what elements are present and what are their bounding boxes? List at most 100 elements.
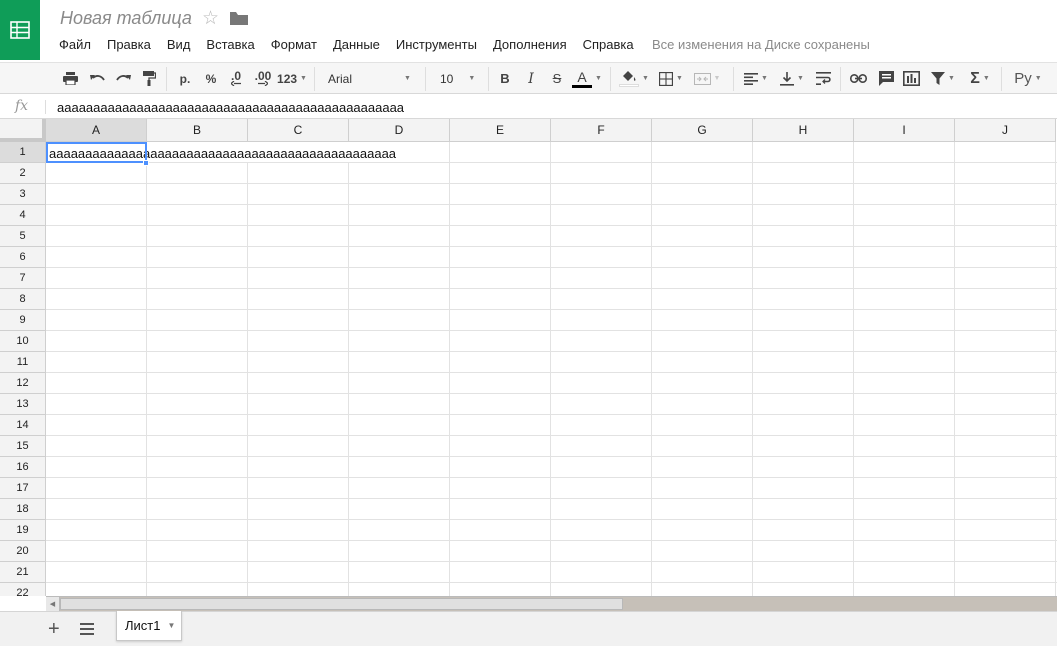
row-header-4[interactable]: 4 (0, 205, 46, 226)
row-header-2[interactable]: 2 (0, 163, 46, 184)
menu-edit[interactable]: Правка (99, 36, 159, 54)
merge-cells-icon (693, 72, 711, 85)
row-header-1[interactable]: 1 (0, 142, 46, 163)
column-header-b[interactable]: B (147, 119, 248, 142)
horizontal-scrollbar[interactable]: ◀ (46, 596, 1057, 611)
increase-decimal-button[interactable]: .00 (251, 63, 275, 94)
paint-format-icon[interactable] (139, 63, 159, 94)
row-header-13[interactable]: 13 (0, 394, 46, 415)
row-gridline (46, 477, 1057, 478)
row-header-8[interactable]: 8 (0, 289, 46, 310)
row-header-9[interactable]: 9 (0, 310, 46, 331)
document-title[interactable]: Новая таблица (60, 8, 192, 29)
column-header-i[interactable]: I (854, 119, 955, 142)
chevron-down-icon: ▼ (1034, 75, 1042, 82)
redo-icon[interactable] (113, 63, 133, 94)
functions-button[interactable]: Σ ▼ (964, 63, 996, 94)
save-status[interactable]: Все изменения на Диске сохранены (652, 36, 870, 54)
row-gridline (46, 519, 1057, 520)
formula-input[interactable]: aaaaaaaaaaaaaaaaaaaaaaaaaaaaaaaaaaaaaaaa… (57, 100, 404, 115)
row-header-7[interactable]: 7 (0, 268, 46, 289)
row-header-22[interactable]: 22 (0, 583, 46, 596)
fill-color-button[interactable]: ▼ (618, 63, 650, 94)
sheets-logo-icon[interactable] (0, 0, 40, 60)
column-header-j[interactable]: J (955, 119, 1056, 142)
column-header-g[interactable]: G (652, 119, 753, 142)
more-formats-button[interactable]: 123 ▼ (277, 63, 307, 94)
more-formats-label: 123 (277, 71, 298, 86)
print-icon[interactable] (60, 63, 80, 94)
scrollbar-thumb[interactable] (60, 598, 623, 610)
merge-cells-button[interactable]: ▼ (690, 63, 724, 94)
vertical-align-button[interactable]: ▼ (776, 63, 808, 94)
insert-comment-icon[interactable] (876, 63, 896, 94)
row-header-11[interactable]: 11 (0, 352, 46, 373)
undo-icon[interactable] (87, 63, 107, 94)
menu-tools[interactable]: Инструменты (388, 36, 485, 54)
borders-button[interactable]: ▼ (656, 63, 686, 94)
strikethrough-button[interactable]: S (548, 63, 566, 94)
select-all-corner[interactable] (0, 119, 46, 142)
row-header-5[interactable]: 5 (0, 226, 46, 247)
row-header-21[interactable]: 21 (0, 562, 46, 583)
horizontal-align-button[interactable]: ▼ (740, 63, 772, 94)
row-header-15[interactable]: 15 (0, 436, 46, 457)
add-sheet-icon[interactable]: + (48, 618, 60, 640)
all-sheets-icon[interactable] (80, 622, 94, 640)
folder-icon[interactable] (230, 11, 248, 31)
sheet-tab-1[interactable]: Лист1 ▼ (116, 611, 182, 641)
row-header-3[interactable]: 3 (0, 184, 46, 205)
chevron-down-icon[interactable]: ▼ (167, 621, 175, 630)
input-tools-button[interactable]: Ру ▼ (1008, 63, 1048, 94)
italic-button[interactable]: I (522, 63, 540, 94)
scroll-left-icon[interactable]: ◀ (46, 597, 60, 611)
column-header-h[interactable]: H (753, 119, 854, 142)
column-header-e[interactable]: E (450, 119, 551, 142)
insert-chart-icon[interactable] (901, 63, 921, 94)
menu-view[interactable]: Вид (159, 36, 199, 54)
insert-link-icon[interactable] (848, 63, 868, 94)
text-wrap-button[interactable] (813, 63, 833, 94)
row-header-18[interactable]: 18 (0, 499, 46, 520)
row-gridline (46, 498, 1057, 499)
row-header-20[interactable]: 20 (0, 541, 46, 562)
row-gridline (46, 351, 1057, 352)
row-header-12[interactable]: 12 (0, 373, 46, 394)
font-size-value: 10 (440, 71, 454, 86)
selected-cell-a1[interactable]: aaaaaaaaaaaaaaaaaaaaaaaaaaaaaaaaaaaaaaaa… (46, 142, 147, 163)
menu-data[interactable]: Данные (325, 36, 388, 54)
fill-color-icon (619, 70, 640, 87)
column-header-f[interactable]: F (551, 119, 652, 142)
decrease-decimal-button[interactable]: .0 (225, 63, 247, 94)
currency-format-button[interactable]: р. (175, 63, 195, 94)
star-icon[interactable]: ☆ (202, 8, 219, 30)
row-gridline (46, 309, 1057, 310)
row-gridline (46, 183, 1057, 184)
row-gridline (46, 225, 1057, 226)
menu-addons[interactable]: Дополнения (485, 36, 575, 54)
text-color-button[interactable]: A ▼ (570, 63, 604, 94)
menu-insert[interactable]: Вставка (198, 36, 262, 54)
fill-handle[interactable] (143, 160, 149, 166)
cell-a1-text: aaaaaaaaaaaaaaaaaaaaaaaaaaaaaaaaaaaaaaaa… (49, 146, 145, 161)
menu-file[interactable]: Файл (51, 36, 99, 54)
font-family-select[interactable]: Arial ▼ (328, 63, 414, 94)
row-header-16[interactable]: 16 (0, 457, 46, 478)
menu-format[interactable]: Формат (263, 36, 325, 54)
menu-help[interactable]: Справка (575, 36, 642, 54)
percent-format-button[interactable]: % (201, 63, 221, 94)
row-header-19[interactable]: 19 (0, 520, 46, 541)
font-size-select[interactable]: 10 ▼ (440, 63, 480, 94)
row-header-17[interactable]: 17 (0, 478, 46, 499)
row-header-10[interactable]: 10 (0, 331, 46, 352)
chevron-down-icon: ▼ (300, 75, 307, 82)
column-gridline (752, 142, 753, 596)
column-header-d[interactable]: D (349, 119, 450, 142)
column-header-c[interactable]: C (248, 119, 349, 142)
bold-button[interactable]: B (496, 63, 514, 94)
row-header-6[interactable]: 6 (0, 247, 46, 268)
filter-button[interactable]: ▼ (926, 63, 960, 94)
column-header-a[interactable]: A (46, 119, 147, 142)
row-header-14[interactable]: 14 (0, 415, 46, 436)
cell-area[interactable]: aaaaaaaaaaaaa aaaaaaaaaaaaaaaaaaaaaaaaaaa… (46, 142, 1057, 596)
